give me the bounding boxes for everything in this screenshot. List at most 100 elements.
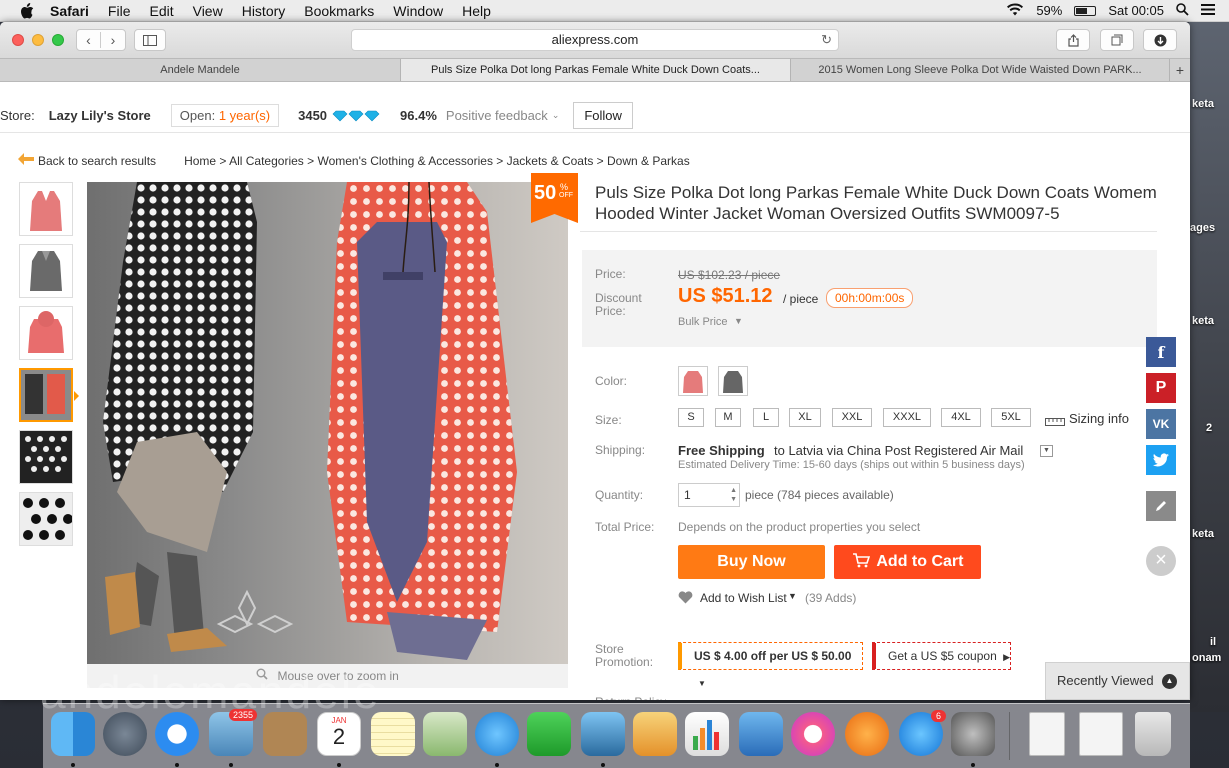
size-4xl[interactable]: 4XL xyxy=(941,408,981,427)
ruler-icon xyxy=(1045,415,1065,429)
zoom-window-button[interactable] xyxy=(52,34,64,46)
sidebar-toggle-button[interactable] xyxy=(134,29,166,51)
menu-bookmarks[interactable]: Bookmarks xyxy=(304,3,374,19)
bulk-price-link[interactable]: Bulk Price xyxy=(678,316,728,328)
menu-window[interactable]: Window xyxy=(393,3,443,19)
vk-share-icon[interactable]: VK xyxy=(1146,409,1176,439)
offer-text: US $ 4.00 off per US $ 50.00 xyxy=(694,649,852,663)
forward-button[interactable]: › xyxy=(101,32,125,48)
close-window-button[interactable] xyxy=(12,34,24,46)
trash-icon[interactable] xyxy=(1135,712,1171,756)
keynote-icon[interactable] xyxy=(739,712,783,756)
facetime-icon[interactable] xyxy=(527,712,571,756)
pdf-document-icon[interactable] xyxy=(1029,712,1065,756)
downloads-stack-icon[interactable] xyxy=(1079,712,1123,756)
color-swatch-gray[interactable] xyxy=(718,366,748,396)
safari-icon[interactable] xyxy=(155,712,199,756)
add-to-cart-label: Add to Cart xyxy=(876,553,964,570)
menu-edit[interactable]: Edit xyxy=(149,3,173,19)
safari-window: ‹ › aliexpress.com ↻ Andele Mandele Puls… xyxy=(0,22,1190,700)
notes-icon[interactable] xyxy=(371,712,415,756)
address-bar[interactable]: aliexpress.com ↻ xyxy=(351,29,839,51)
desktop-icon-label: ages xyxy=(1190,222,1216,234)
recently-viewed-panel[interactable]: Recently Viewed ▲ xyxy=(1045,662,1190,700)
ibooks-icon[interactable] xyxy=(845,712,889,756)
photo-booth-icon[interactable] xyxy=(581,712,625,756)
itunes-icon[interactable] xyxy=(791,712,835,756)
size-s[interactable]: S xyxy=(678,408,704,427)
follow-button[interactable]: Follow xyxy=(573,102,633,129)
color-swatch-red[interactable] xyxy=(678,366,708,396)
thumbnail-red-coat-hood[interactable] xyxy=(19,306,73,360)
preview-icon[interactable] xyxy=(423,712,467,756)
coupon-offer[interactable]: Get a US $5 coupon ▶ xyxy=(872,642,1011,670)
clock[interactable]: Sat 00:05 xyxy=(1108,3,1164,18)
share-icon xyxy=(1067,33,1079,47)
new-tab-button[interactable]: + xyxy=(1170,59,1190,81)
reload-icon[interactable]: ↻ xyxy=(821,30,832,50)
thumbnail-gray-coat[interactable] xyxy=(19,244,73,298)
discount-percent: 50 xyxy=(534,182,557,204)
back-to-search-link[interactable]: Back to search results xyxy=(38,154,156,168)
downloads-button[interactable] xyxy=(1143,29,1177,51)
tab-2015-women[interactable]: 2015 Women Long Sleeve Polka Dot Wide Wa… xyxy=(791,59,1170,81)
numbers-icon[interactable] xyxy=(685,712,729,756)
store-name-link[interactable]: Lazy Lily's Store xyxy=(49,108,151,123)
desktop-icon-label: onam xyxy=(1192,652,1222,664)
main-product-image[interactable] xyxy=(87,182,568,664)
messages-icon[interactable] xyxy=(475,712,519,756)
size-xxl[interactable]: XXL xyxy=(832,408,872,427)
wifi-icon[interactable] xyxy=(1006,3,1024,19)
size-xxxl[interactable]: XXXL xyxy=(883,408,931,427)
buy-now-button[interactable]: Buy Now xyxy=(678,545,825,579)
contacts-icon[interactable] xyxy=(263,712,307,756)
tab-parkas[interactable]: Puls Size Polka Dot long Parkas Female W… xyxy=(401,59,791,81)
breadcrumb-path[interactable]: Home > All Categories > Women's Clothing… xyxy=(184,154,690,168)
size-m[interactable]: M xyxy=(715,408,741,427)
sizing-info-link[interactable]: Sizing info xyxy=(1069,411,1129,426)
edit-pencil-icon[interactable] xyxy=(1146,491,1176,521)
close-share-icon[interactable]: × xyxy=(1146,546,1176,576)
menu-view[interactable]: View xyxy=(193,3,223,19)
add-to-wishlist-link[interactable]: Add to Wish List xyxy=(700,591,787,605)
store-discount-offer[interactable]: US $ 4.00 off per US $ 50.00 ▼ xyxy=(678,642,863,688)
heart-icon[interactable] xyxy=(678,591,693,607)
size-label: Size: xyxy=(595,413,622,427)
running-indicator xyxy=(229,763,233,767)
thumbnail-fabric-closeup[interactable] xyxy=(19,492,73,546)
twitter-share-icon[interactable] xyxy=(1146,445,1176,475)
thumbnail-fabric-pattern[interactable] xyxy=(19,430,73,484)
minimize-window-button[interactable] xyxy=(32,34,44,46)
facebook-share-icon[interactable]: f xyxy=(1146,337,1176,367)
thumbnail-red-coat[interactable] xyxy=(19,182,73,236)
back-button[interactable]: ‹ xyxy=(77,32,102,48)
finder-icon[interactable] xyxy=(51,712,95,756)
size-5xl[interactable]: 5XL xyxy=(991,408,1031,427)
pinterest-share-icon[interactable]: P xyxy=(1146,373,1176,403)
menu-app-name[interactable]: Safari xyxy=(50,3,89,19)
system-preferences-icon[interactable] xyxy=(951,712,995,756)
menu-help[interactable]: Help xyxy=(462,3,491,19)
quantity-stepper[interactable]: ▲ ▼ xyxy=(730,486,737,504)
size-xl[interactable]: XL xyxy=(789,408,821,427)
battery-icon[interactable] xyxy=(1074,5,1097,16)
add-to-cart-button[interactable]: Add to Cart xyxy=(834,545,981,579)
apple-icon[interactable] xyxy=(18,2,36,19)
size-l[interactable]: L xyxy=(753,408,779,427)
thumbnail-selected-models[interactable] xyxy=(19,368,73,422)
spotlight-search-icon[interactable] xyxy=(1176,2,1189,19)
calendar-icon[interactable]: JAN 2 xyxy=(317,712,361,756)
show-tabs-button[interactable] xyxy=(1100,29,1134,51)
share-button[interactable] xyxy=(1056,29,1090,51)
quantity-input[interactable]: 1 ▲ ▼ xyxy=(678,483,740,507)
tab-andele[interactable]: Andele Mandele xyxy=(0,59,401,81)
price-box: Price: US $102.23 / piece Discount Price… xyxy=(582,250,1157,347)
pages-icon[interactable] xyxy=(633,712,677,756)
menu-history[interactable]: History xyxy=(242,3,286,19)
positive-feedback-link[interactable]: Positive feedback xyxy=(446,108,548,123)
launchpad-icon[interactable] xyxy=(103,712,147,756)
running-indicator xyxy=(971,763,975,767)
menu-file[interactable]: File xyxy=(108,3,131,19)
notification-center-icon[interactable] xyxy=(1201,3,1215,18)
shipping-dropdown-icon[interactable]: ▼ xyxy=(1040,445,1053,457)
